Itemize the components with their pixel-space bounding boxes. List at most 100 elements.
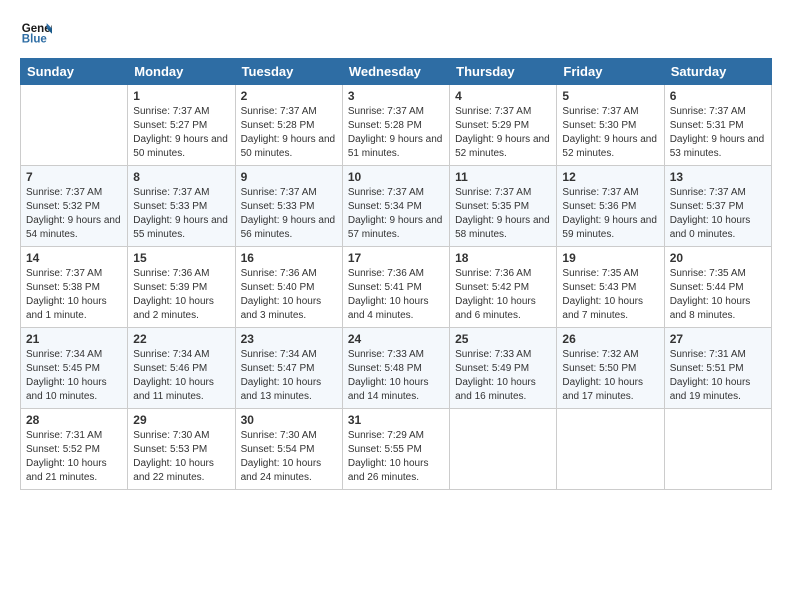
- sunrise-text: Sunrise: 7:35 AM: [670, 267, 766, 281]
- calendar-cell: 30Sunrise: 7:30 AMSunset: 5:54 PMDayligh…: [235, 409, 342, 490]
- daylight-text: Daylight: 9 hours and 52 minutes.: [455, 133, 551, 161]
- calendar-cell: 1Sunrise: 7:37 AMSunset: 5:27 PMDaylight…: [128, 85, 235, 166]
- daylight-text: Daylight: 10 hours and 13 minutes.: [241, 376, 337, 404]
- header-sunday: Sunday: [21, 59, 128, 85]
- day-number: 1: [133, 89, 229, 103]
- daylight-text: Daylight: 9 hours and 56 minutes.: [241, 214, 337, 242]
- cell-detail: Sunrise: 7:36 AMSunset: 5:39 PMDaylight:…: [133, 267, 229, 323]
- sunrise-text: Sunrise: 7:37 AM: [348, 186, 444, 200]
- sunset-text: Sunset: 5:38 PM: [26, 281, 122, 295]
- sunset-text: Sunset: 5:27 PM: [133, 119, 229, 133]
- header: General Blue: [20, 16, 772, 48]
- sunset-text: Sunset: 5:37 PM: [670, 200, 766, 214]
- cell-detail: Sunrise: 7:31 AMSunset: 5:51 PMDaylight:…: [670, 348, 766, 404]
- calendar-cell: 2Sunrise: 7:37 AMSunset: 5:28 PMDaylight…: [235, 85, 342, 166]
- day-number: 27: [670, 332, 766, 346]
- daylight-text: Daylight: 9 hours and 50 minutes.: [241, 133, 337, 161]
- daylight-text: Daylight: 10 hours and 2 minutes.: [133, 295, 229, 323]
- sunrise-text: Sunrise: 7:37 AM: [562, 186, 658, 200]
- daylight-text: Daylight: 10 hours and 16 minutes.: [455, 376, 551, 404]
- week-row-5: 28 Sunrise: 7:31 AMSunset: 5:52 PMDayligh…: [21, 409, 772, 490]
- cell-detail: Sunrise: 7:31 AMSunset: 5:52 PMDaylight:…: [26, 429, 122, 485]
- day-number: 21: [26, 332, 122, 346]
- sunset-text: Sunset: 5:32 PM: [26, 200, 122, 214]
- sunrise-text: Sunrise: 7:37 AM: [455, 186, 551, 200]
- day-number: 15: [133, 251, 229, 265]
- day-number: 7: [26, 170, 122, 184]
- cell-detail: Sunrise: 7:37 AMSunset: 5:28 PMDaylight:…: [348, 105, 444, 161]
- sunset-text: Sunset: 5:51 PM: [670, 362, 766, 376]
- cell-detail: Sunrise: 7:37 AMSunset: 5:30 PMDaylight:…: [562, 105, 658, 161]
- calendar-table: SundayMondayTuesdayWednesdayThursdayFrid…: [20, 58, 772, 490]
- cell-detail: Sunrise: 7:37 AMSunset: 5:29 PMDaylight:…: [455, 105, 551, 161]
- sunrise-text: Sunrise: 7:34 AM: [241, 348, 337, 362]
- calendar-body: 1 Sunrise: 7:37 AM Sunset: 5:27 PM Daylight…: [21, 85, 772, 490]
- calendar-cell: 13Sunrise: 7:37 AMSunset: 5:37 PMDayligh…: [664, 166, 771, 247]
- day-number: 28: [26, 413, 122, 427]
- daylight-text: Daylight: 10 hours and 24 minutes.: [241, 457, 337, 485]
- day-number: 19: [562, 251, 658, 265]
- calendar-cell: 4Sunrise: 7:37 AMSunset: 5:29 PMDaylight…: [450, 85, 557, 166]
- calendar-cell: 9Sunrise: 7:37 AMSunset: 5:33 PMDaylight…: [235, 166, 342, 247]
- calendar-cell: 16Sunrise: 7:36 AMSunset: 5:40 PMDayligh…: [235, 247, 342, 328]
- calendar-cell: 5 Sunrise: 7:37 AMSunset: 5:30 PMDaylight…: [557, 85, 664, 166]
- sunset-text: Sunset: 5:39 PM: [133, 281, 229, 295]
- sunset-text: Sunset: 5:52 PM: [26, 443, 122, 457]
- daylight-text: Daylight: 10 hours and 3 minutes.: [241, 295, 337, 323]
- sunset-text: Sunset: 5:49 PM: [455, 362, 551, 376]
- daylight-text: Daylight: 10 hours and 14 minutes.: [348, 376, 444, 404]
- day-number: 13: [670, 170, 766, 184]
- day-number: 26: [562, 332, 658, 346]
- sunrise-text: Sunrise: 7:34 AM: [133, 348, 229, 362]
- daylight-text: Daylight: 10 hours and 11 minutes.: [133, 376, 229, 404]
- day-number: 24: [348, 332, 444, 346]
- sunrise-text: Sunrise: 7:37 AM: [241, 105, 337, 119]
- logo-icon: General Blue: [20, 16, 52, 48]
- calendar-cell: 24Sunrise: 7:33 AMSunset: 5:48 PMDayligh…: [342, 328, 449, 409]
- day-number: 2: [241, 89, 337, 103]
- week-row-4: 21Sunrise: 7:34 AMSunset: 5:45 PMDayligh…: [21, 328, 772, 409]
- sunrise-text: Sunrise: 7:37 AM: [670, 105, 766, 119]
- daylight-text: Daylight: 9 hours and 54 minutes.: [26, 214, 122, 242]
- day-number: 3: [348, 89, 444, 103]
- calendar-cell: 12Sunrise: 7:37 AMSunset: 5:36 PMDayligh…: [557, 166, 664, 247]
- cell-detail: Sunrise: 7:35 AMSunset: 5:44 PMDaylight:…: [670, 267, 766, 323]
- day-number: 23: [241, 332, 337, 346]
- daylight-text: Daylight: 10 hours and 0 minutes.: [670, 214, 766, 242]
- cell-detail: Sunrise: 7:37 AMSunset: 5:38 PMDaylight:…: [26, 267, 122, 323]
- sunrise-text: Sunrise: 7:31 AM: [670, 348, 766, 362]
- cell-detail: Sunrise: 7:30 AMSunset: 5:54 PMDaylight:…: [241, 429, 337, 485]
- calendar-cell: 25Sunrise: 7:33 AMSunset: 5:49 PMDayligh…: [450, 328, 557, 409]
- sunset-text: Sunset: 5:50 PM: [562, 362, 658, 376]
- day-number: 5: [562, 89, 658, 103]
- cell-detail: Sunrise: 7:34 AMSunset: 5:45 PMDaylight:…: [26, 348, 122, 404]
- day-number: 22: [133, 332, 229, 346]
- logo: General Blue: [20, 16, 56, 48]
- day-number: 16: [241, 251, 337, 265]
- daylight-text: Daylight: 10 hours and 6 minutes.: [455, 295, 551, 323]
- day-number: 12: [562, 170, 658, 184]
- sunset-text: Sunset: 5:35 PM: [455, 200, 551, 214]
- sunset-text: Sunset: 5:45 PM: [26, 362, 122, 376]
- sunrise-text: Sunrise: 7:37 AM: [348, 105, 444, 119]
- week-row-3: 14Sunrise: 7:37 AMSunset: 5:38 PMDayligh…: [21, 247, 772, 328]
- calendar-cell: [557, 409, 664, 490]
- daylight-text: Daylight: 9 hours and 55 minutes.: [133, 214, 229, 242]
- sunset-text: Sunset: 5:54 PM: [241, 443, 337, 457]
- header-saturday: Saturday: [664, 59, 771, 85]
- daylight-text: Daylight: 9 hours and 53 minutes.: [670, 133, 766, 161]
- sunrise-text: Sunrise: 7:32 AM: [562, 348, 658, 362]
- calendar-cell: 31Sunrise: 7:29 AMSunset: 5:55 PMDayligh…: [342, 409, 449, 490]
- sunset-text: Sunset: 5:40 PM: [241, 281, 337, 295]
- sunrise-text: Sunrise: 7:35 AM: [562, 267, 658, 281]
- calendar-cell: 18Sunrise: 7:36 AMSunset: 5:42 PMDayligh…: [450, 247, 557, 328]
- header-tuesday: Tuesday: [235, 59, 342, 85]
- sunrise-text: Sunrise: 7:30 AM: [133, 429, 229, 443]
- cell-detail: Sunrise: 7:37 AMSunset: 5:33 PMDaylight:…: [133, 186, 229, 242]
- day-number: 10: [348, 170, 444, 184]
- sunrise-text: Sunrise: 7:37 AM: [562, 105, 658, 119]
- calendar-cell: 10Sunrise: 7:37 AMSunset: 5:34 PMDayligh…: [342, 166, 449, 247]
- sunrise-text: Sunrise: 7:36 AM: [455, 267, 551, 281]
- sunset-text: Sunset: 5:36 PM: [562, 200, 658, 214]
- cell-detail: Sunrise: 7:34 AMSunset: 5:47 PMDaylight:…: [241, 348, 337, 404]
